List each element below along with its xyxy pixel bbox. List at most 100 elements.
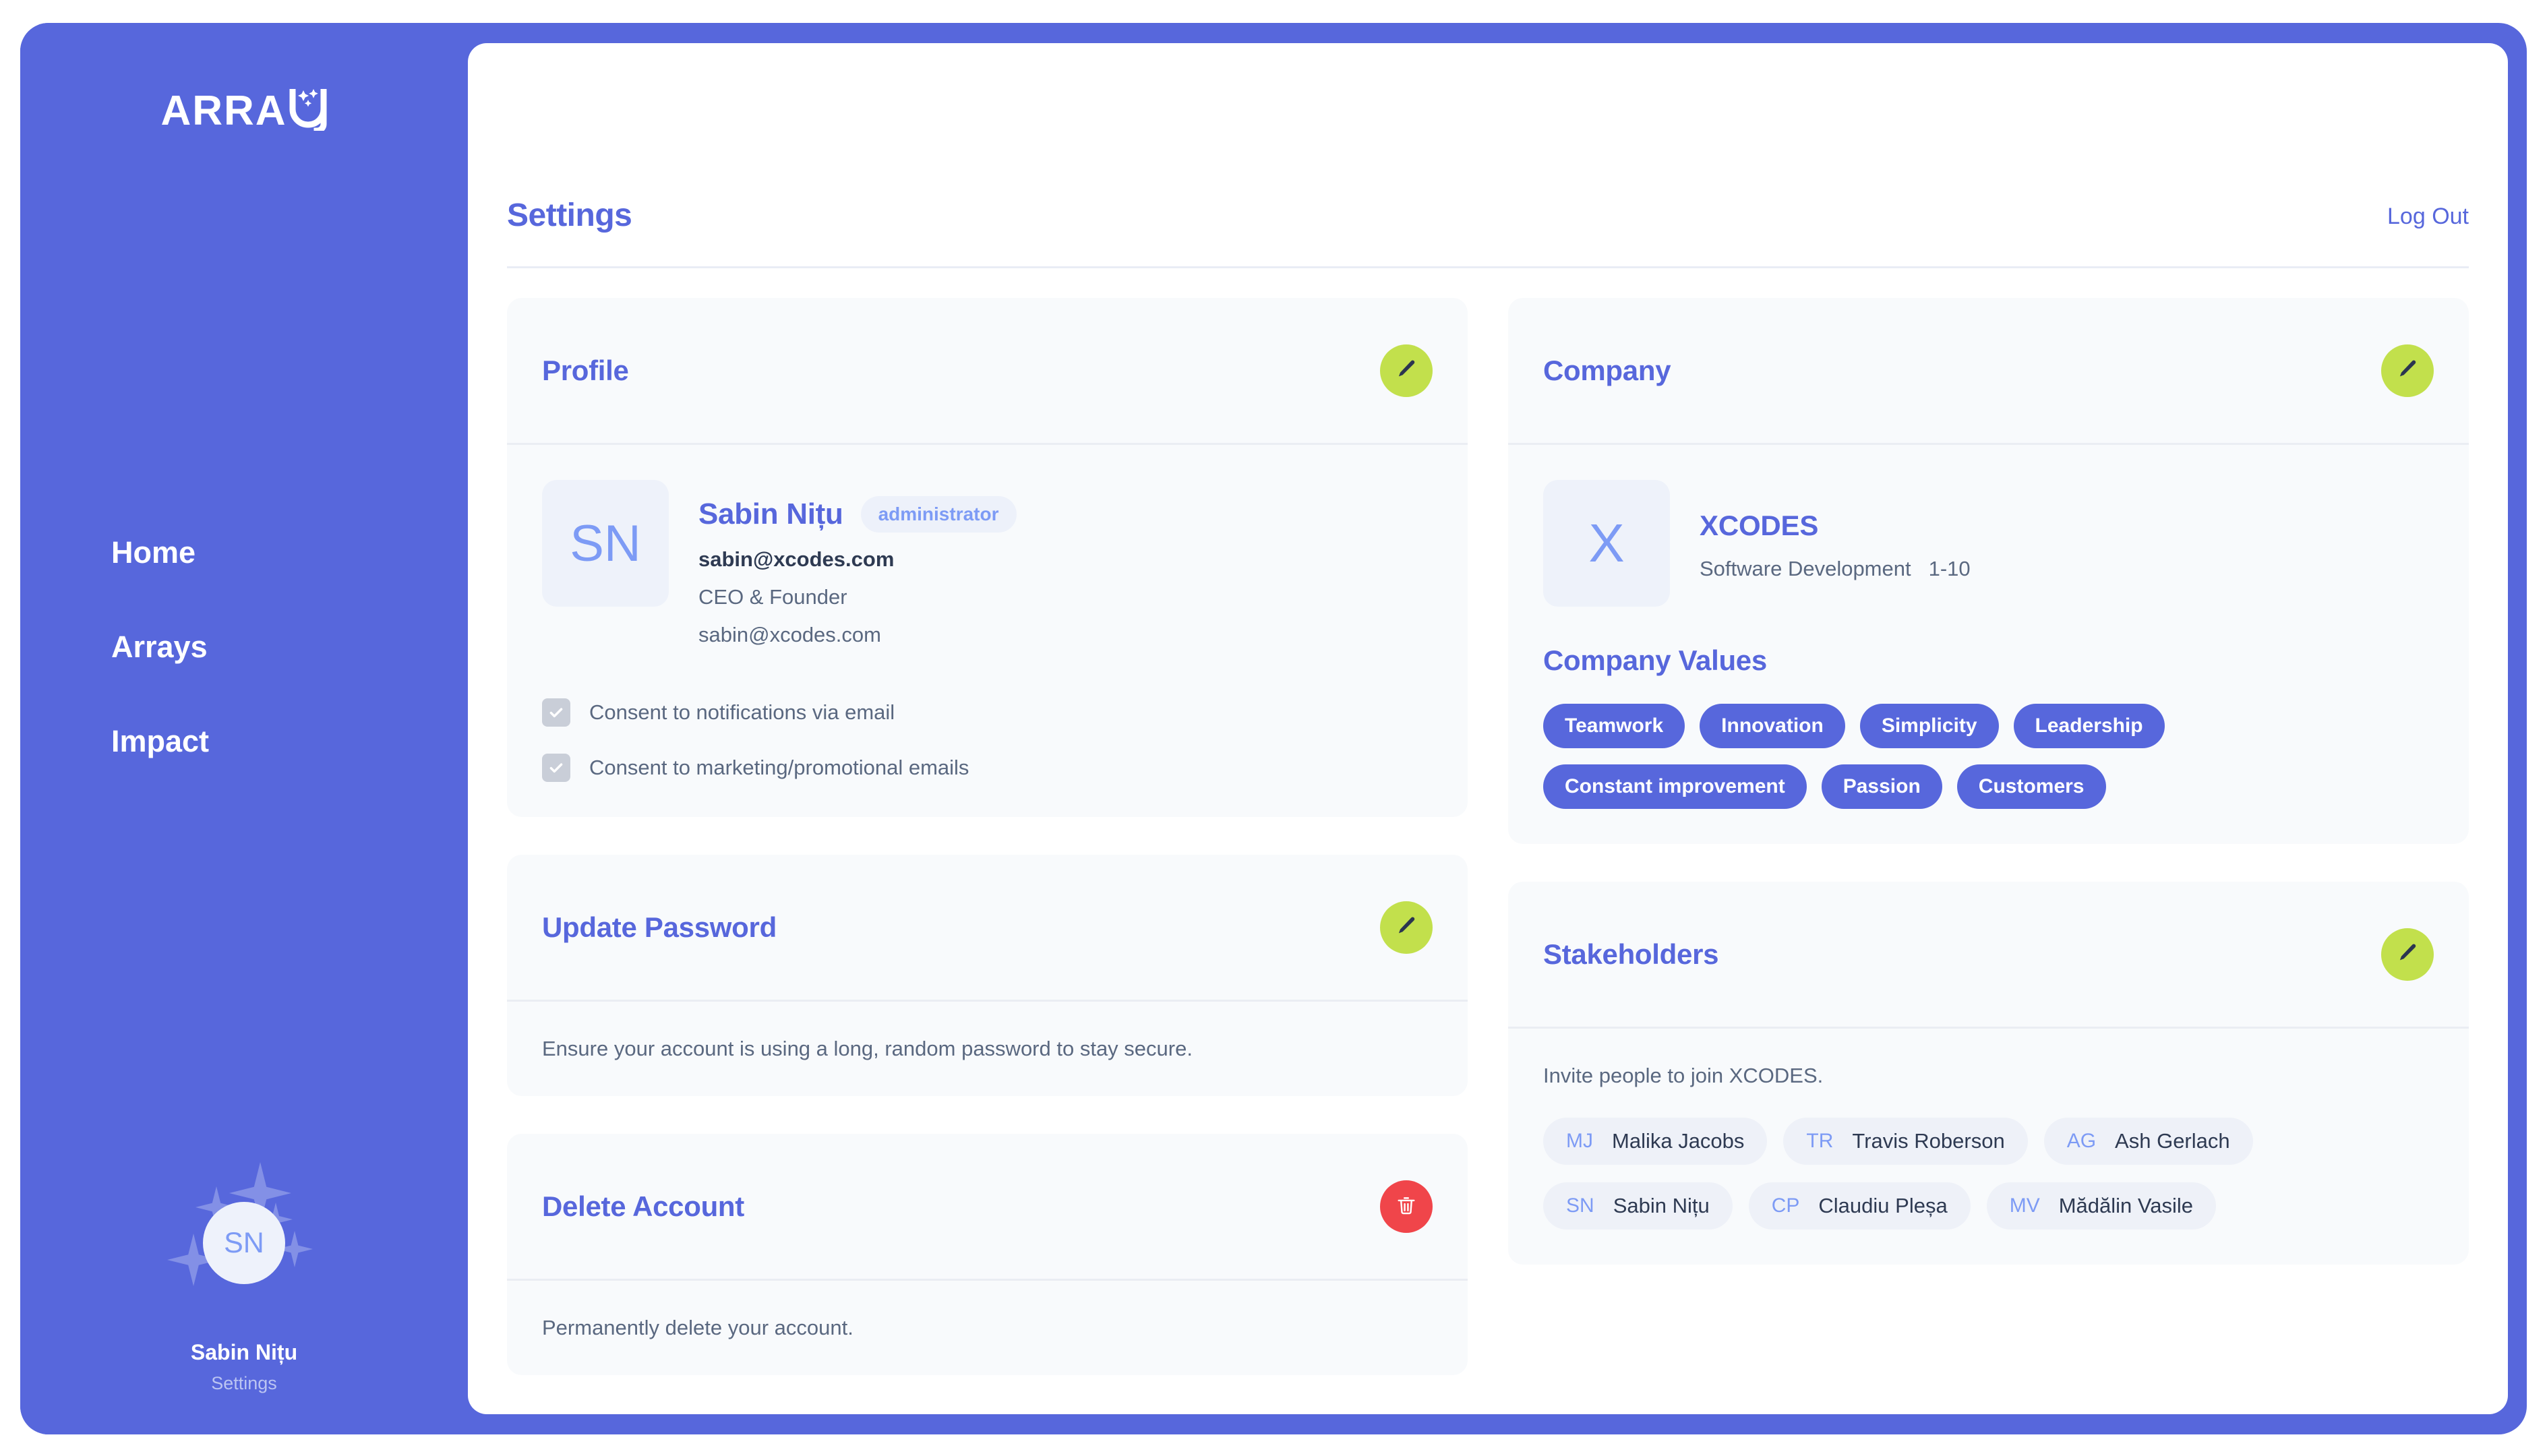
delete-account-card-header: Delete Account (507, 1134, 1468, 1281)
stakeholders-invite-text: Invite people to join XCODES. (1543, 1064, 1824, 1087)
value-tag[interactable]: Innovation (1700, 704, 1845, 748)
stakeholder-name: Ash Gerlach (2115, 1129, 2230, 1153)
consent-marketing-label: Consent to marketing/promotional emails (589, 756, 969, 779)
stakeholders-card: Stakeholders Invite people to join XCODE… (1508, 882, 2469, 1265)
sidebar-item-home[interactable]: Home (20, 506, 468, 600)
stakeholder-name: Malika Jacobs (1612, 1129, 1745, 1153)
consent-marketing-checkbox[interactable] (542, 754, 570, 782)
settings-columns: Profile SN Sabin Nițu administrator sabi… (507, 298, 2469, 1413)
company-card-header: Company (1508, 298, 2469, 445)
update-password-card-body: Ensure your account is using a long, ran… (507, 1002, 1468, 1096)
app-logo[interactable]: ARRA (20, 88, 468, 134)
delete-account-card: Delete Account Permanently delete your a… (507, 1134, 1468, 1375)
stakeholders-card-title: Stakeholders (1543, 938, 1719, 970)
stakeholders-card-header: Stakeholders (1508, 882, 2469, 1029)
stakeholders-list: MJ Malika Jacobs TR Travis Roberson AG A… (1543, 1118, 2434, 1230)
delete-account-description: Permanently delete your account. (542, 1316, 853, 1339)
profile-card-title: Profile (542, 354, 629, 386)
sidebar-nav: Home Arrays Impact (20, 506, 468, 789)
stakeholder-initials: CP (1771, 1194, 1800, 1217)
sidebar-item-arrays[interactable]: Arrays (20, 600, 468, 694)
update-password-description: Ensure your account is using a long, ran… (542, 1037, 1193, 1060)
pencil-icon (1394, 914, 1418, 940)
profile-name: Sabin Nițu (698, 497, 843, 530)
consent-list: Consent to notifications via email Conse… (542, 698, 1433, 782)
delete-account-button[interactable] (1380, 1180, 1433, 1233)
app-frame: ARRA Home Arrays Impact SN Sabin Nițu Se… (20, 23, 2527, 1434)
edit-profile-button[interactable] (1380, 344, 1433, 397)
avatar-with-sparkles: SN (156, 1155, 332, 1331)
logout-link[interactable]: Log Out (2387, 204, 2469, 230)
company-card: Company X XCODES Software Development 1-… (1508, 298, 2469, 844)
edit-stakeholders-button[interactable] (2381, 928, 2434, 981)
sidebar: ARRA Home Arrays Impact SN Sabin Nițu Se… (20, 23, 468, 1434)
stakeholders-card-body: Invite people to join XCODES. MJ Malika … (1508, 1029, 2469, 1265)
company-card-body: X XCODES Software Development 1-10 Compan… (1508, 445, 2469, 844)
sidebar-user-block[interactable]: SN Sabin Nițu Settings (20, 1155, 468, 1394)
list-item[interactable]: SN Sabin Nițu (1543, 1182, 1733, 1230)
delete-account-card-body: Permanently delete your account. (507, 1281, 1468, 1375)
value-tag[interactable]: Constant improvement (1543, 764, 1807, 809)
stakeholder-initials: MJ (1566, 1130, 1593, 1152)
logo-text-main: ARRA (160, 88, 287, 134)
company-values-title: Company Values (1543, 644, 1767, 676)
update-password-card: Update Password Ensure your account is u… (507, 855, 1468, 1096)
profile-card: Profile SN Sabin Nițu administrator sabi… (507, 298, 1468, 817)
stakeholder-name: Mădălin Vasile (2058, 1194, 2194, 1217)
pencil-icon (1394, 357, 1418, 384)
stakeholder-name: Travis Roberson (1852, 1129, 2005, 1153)
left-column: Profile SN Sabin Nițu administrator sabi… (507, 298, 1468, 1413)
stakeholder-name: Sabin Nițu (1613, 1194, 1710, 1217)
consent-row: Consent to notifications via email (542, 698, 1433, 727)
profile-job-title: CEO & Founder (698, 585, 847, 609)
company-size: 1-10 (1928, 557, 1971, 580)
page-header: Settings Log Out (507, 197, 2469, 268)
company-logo: X (1543, 480, 1670, 607)
company-industry: Software Development (1700, 557, 1911, 580)
trash-icon (1395, 1194, 1418, 1219)
update-password-card-title: Update Password (542, 911, 777, 943)
stakeholder-initials: TR (1806, 1130, 1834, 1152)
update-password-card-header: Update Password (507, 855, 1468, 1002)
company-name: XCODES (1700, 510, 1819, 541)
list-item[interactable]: MJ Malika Jacobs (1543, 1118, 1768, 1165)
avatar: SN (203, 1202, 285, 1284)
profile-card-body: SN Sabin Nițu administrator sabin@xcodes… (507, 445, 1468, 817)
sidebar-user-subtitle[interactable]: Settings (20, 1373, 468, 1394)
profile-card-header: Profile (507, 298, 1468, 445)
profile-email-primary: sabin@xcodes.com (698, 547, 895, 571)
list-item[interactable]: AG Ash Gerlach (2043, 1118, 2253, 1165)
company-details: Software Development 1-10 (1700, 557, 1971, 581)
pencil-icon (2395, 941, 2420, 967)
value-tag[interactable]: Simplicity (1859, 704, 1999, 748)
sidebar-item-impact[interactable]: Impact (20, 694, 468, 789)
sidebar-user-name: Sabin Nițu (190, 1340, 298, 1364)
logo-text: ARRA (160, 88, 328, 134)
consent-row: Consent to marketing/promotional emails (542, 754, 1433, 782)
company-card-title: Company (1543, 354, 1671, 386)
edit-company-button[interactable] (2381, 344, 2434, 397)
list-item[interactable]: MV Mădălin Vasile (1986, 1182, 2217, 1230)
edit-password-button[interactable] (1380, 901, 1433, 954)
list-item[interactable]: CP Claudiu Pleșa (1748, 1182, 1971, 1230)
list-item[interactable]: TR Travis Roberson (1783, 1118, 2028, 1165)
consent-notifications-label: Consent to notifications via email (589, 700, 895, 724)
logo-y-mark (289, 88, 328, 134)
role-badge: administrator (860, 496, 1017, 533)
consent-notifications-checkbox[interactable] (542, 698, 570, 727)
company-values-list: Teamwork Innovation Simplicity Leadershi… (1543, 704, 2434, 809)
stakeholder-initials: AG (2066, 1130, 2097, 1152)
content-panel: Settings Log Out Profile SN Sabin Nițu a… (468, 43, 2508, 1414)
delete-account-card-title: Delete Account (542, 1190, 744, 1222)
value-tag[interactable]: Leadership (2013, 704, 2165, 748)
value-tag[interactable]: Customers (1956, 764, 2106, 809)
stakeholder-name: Claudiu Pleșa (1818, 1194, 1948, 1217)
profile-email-secondary: sabin@xcodes.com (698, 623, 881, 646)
pencil-icon (2395, 357, 2420, 384)
profile-avatar: SN (542, 480, 669, 607)
stakeholder-initials: SN (1566, 1194, 1594, 1217)
value-tag[interactable]: Teamwork (1543, 704, 1685, 748)
value-tag[interactable]: Passion (1821, 764, 1942, 809)
right-column: Company X XCODES Software Development 1-… (1508, 298, 2469, 1413)
stakeholder-initials: MV (2009, 1194, 2040, 1217)
